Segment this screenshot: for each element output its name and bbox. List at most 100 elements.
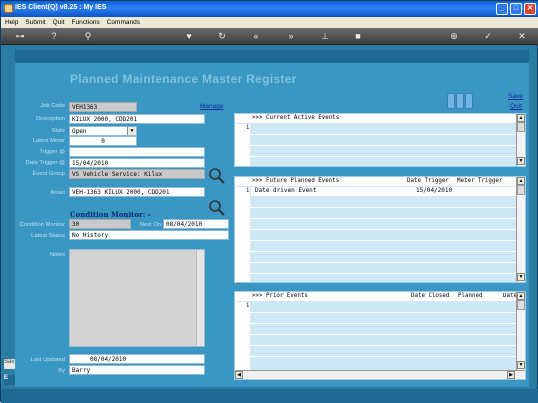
- meter-trigger-column[interactable]: Meter Trigger: [457, 178, 502, 184]
- last-updated-label: Last Updated: [30, 357, 65, 363]
- asset-label: Asset: [50, 190, 66, 196]
- event-group-label: Event Group: [32, 171, 65, 177]
- check-icon[interactable]: ✓: [482, 31, 494, 41]
- description-field[interactable]: KILUX 2000, CDD201: [69, 114, 205, 124]
- application-window: IES Client(Q) v8.25 : My IES _ □ ✕ Help …: [0, 0, 538, 403]
- future-events-grid[interactable]: >>> Future Planned Events Date Trigger M…: [234, 176, 526, 283]
- save-link[interactable]: Save: [508, 93, 523, 100]
- job-code-field[interactable]: VEH1363: [69, 102, 137, 112]
- search-icon[interactable]: [208, 167, 226, 185]
- prior-events-hscrollbar[interactable]: ◀ ▶: [235, 370, 525, 379]
- menu-commands[interactable]: Commands: [107, 19, 140, 28]
- prior-events-scrollbar[interactable]: ▲ ▼: [516, 292, 525, 370]
- stop-icon[interactable]: ■: [352, 31, 364, 41]
- last-updated-field[interactable]: 08/04/2010: [69, 354, 205, 364]
- scroll-thumb[interactable]: [517, 300, 525, 310]
- notes-textarea[interactable]: [69, 249, 205, 347]
- notes-label: Notes: [49, 252, 65, 258]
- maximize-button[interactable]: □: [510, 3, 522, 15]
- prior-events-grid[interactable]: >>> Prior Events Date Closed Planned Dat…: [234, 291, 526, 380]
- menu-functions[interactable]: Functions: [72, 19, 100, 28]
- next-on-field[interactable]: 08/04/2010: [163, 219, 229, 229]
- scroll-thumb[interactable]: [517, 122, 525, 132]
- scroll-down-icon[interactable]: ▼: [517, 361, 525, 369]
- table-row[interactable]: Date driven Event 15/04/2010: [251, 187, 517, 196]
- current-events-scrollbar[interactable]: ▲ ▼: [516, 114, 525, 166]
- date-column[interactable]: Date: [503, 293, 516, 299]
- pin-icon[interactable]: ⊥: [319, 31, 331, 41]
- title-bar: IES Client(Q) v8.25 : My IES _ □ ✕: [1, 1, 538, 17]
- grid-row-line: [235, 218, 518, 219]
- menu-submit[interactable]: Submit: [25, 19, 45, 28]
- search-icon[interactable]: [208, 199, 226, 217]
- quit-link[interactable]: Quit: [510, 103, 522, 110]
- toolbar: ⊶ ? ⚲ ♥ ↻ « » ⊥ ■ ⊕ ✓ ✕: [1, 28, 538, 45]
- planned-column[interactable]: Planned: [458, 293, 482, 299]
- manage-link[interactable]: Manage: [200, 103, 224, 110]
- trigger-field[interactable]: [69, 147, 205, 157]
- event-group-field[interactable]: VS Vehicle Service: Kilux: [69, 169, 205, 179]
- scroll-down-icon[interactable]: ▼: [517, 273, 525, 281]
- chevron-down-icon[interactable]: ▼: [127, 127, 136, 135]
- latest-meter-field[interactable]: 0: [69, 136, 137, 146]
- condition-monitor-title: Condition Monitor: -: [70, 210, 151, 219]
- grid-row-line: [235, 312, 518, 313]
- scroll-left-icon[interactable]: ◀: [235, 371, 243, 379]
- grid-row-line: [235, 262, 518, 263]
- key-icon[interactable]: ⊶: [11, 31, 29, 41]
- grid-row-line: [235, 229, 518, 230]
- grid-row-line: [235, 134, 518, 135]
- page-header: Planned Maintenance Master Register: [15, 63, 529, 93]
- description-label: Description: [36, 116, 65, 122]
- clip-icon[interactable]: [447, 93, 455, 109]
- side-tag-save[interactable]: Sav: [4, 359, 15, 369]
- help-icon[interactable]: ?: [48, 31, 60, 41]
- add-icon[interactable]: ⊕: [448, 31, 460, 41]
- latest-status-label: Latest Status: [31, 233, 65, 239]
- grid-row-line: [235, 207, 518, 208]
- asset-field[interactable]: VEH-1363 KILUX 2000, CDD201: [69, 187, 205, 197]
- prior-events-title: >>> Prior Events: [252, 293, 308, 299]
- grid-row-line: [235, 273, 518, 274]
- search-icon[interactable]: ⚲: [82, 31, 94, 41]
- minimize-button[interactable]: _: [496, 3, 508, 15]
- side-tag-e[interactable]: E: [4, 375, 15, 385]
- state-label: State: [51, 128, 65, 134]
- date-trigger-column[interactable]: Date Trigger: [407, 178, 449, 184]
- grid-row-line: [235, 251, 518, 252]
- menu-quit[interactable]: Quit: [53, 19, 65, 28]
- next-on-label: Next On: [139, 222, 161, 228]
- forward-icon[interactable]: »: [285, 31, 297, 41]
- latest-status-field[interactable]: No History: [69, 230, 229, 240]
- rewind-icon[interactable]: «: [250, 31, 262, 41]
- scroll-right-icon[interactable]: ▶: [507, 371, 515, 379]
- scroll-up-icon[interactable]: ▲: [517, 292, 525, 300]
- date-trigger-field[interactable]: 15/04/2010: [69, 158, 205, 168]
- app-icon: [4, 4, 13, 13]
- refresh-icon[interactable]: ↻: [216, 31, 228, 41]
- scroll-up-icon[interactable]: ▲: [517, 114, 525, 122]
- date-closed-column[interactable]: Date Closed: [411, 293, 449, 299]
- scroll-up-icon[interactable]: ▲: [517, 177, 525, 185]
- close-icon[interactable]: ✕: [516, 31, 528, 41]
- clip-icon[interactable]: [465, 93, 473, 109]
- future-events-scrollbar[interactable]: ▲ ▼: [516, 177, 525, 282]
- window-title: IES Client(Q) v8.25 : My IES: [15, 4, 107, 11]
- clip-icon[interactable]: [456, 93, 464, 109]
- grid-row-line: [235, 145, 518, 146]
- heart-icon[interactable]: ♥: [183, 31, 195, 41]
- menu-bar: Help Submit Quit Functions Commands: [1, 17, 538, 28]
- latest-meter-label: Latest Meter: [32, 138, 65, 144]
- grid-row-line: [235, 334, 518, 335]
- scroll-thumb[interactable]: [517, 185, 525, 195]
- menu-help[interactable]: Help: [5, 19, 18, 28]
- date-cell: 15/04/2010: [416, 187, 453, 194]
- by-label: By: [58, 368, 65, 374]
- by-field[interactable]: Barry: [69, 365, 205, 375]
- close-window-button[interactable]: ✕: [524, 3, 536, 15]
- state-select[interactable]: Open ▼: [69, 126, 137, 136]
- notes-scrollbar[interactable]: [196, 250, 204, 346]
- scroll-down-icon[interactable]: ▼: [517, 157, 525, 165]
- banner-strip: [15, 50, 529, 63]
- current-events-grid[interactable]: >>> Current Active Events i ▲ ▼: [234, 113, 526, 167]
